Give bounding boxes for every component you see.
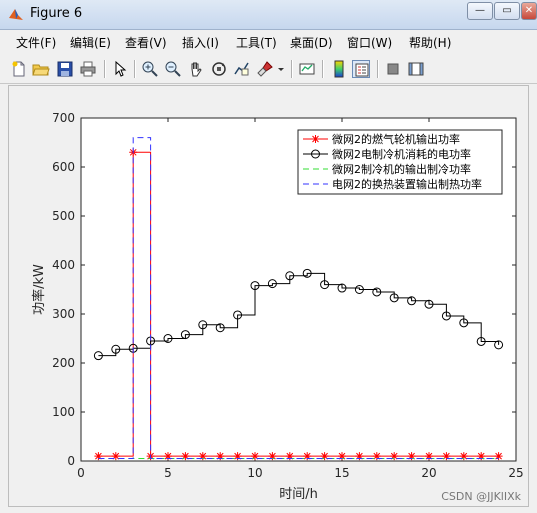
minimize-button[interactable]: — (467, 2, 493, 20)
menu-desktop[interactable]: 桌面(D) (290, 34, 333, 51)
y-tick-label: 700 (52, 111, 75, 125)
menu-file[interactable]: 文件(F) (16, 34, 56, 51)
open-folder-icon[interactable] (32, 60, 50, 78)
brush-icon[interactable] (256, 60, 274, 78)
y-tick-label: 600 (52, 160, 75, 174)
y-tick-label: 100 (52, 405, 75, 419)
legend-marker (311, 135, 320, 143)
x-tick-label: 5 (164, 466, 172, 480)
legend-label: 微网2制冷机的输出制冷功率 (332, 162, 471, 176)
matlab-logo-icon (9, 9, 23, 20)
toolbar (0, 54, 537, 84)
y-tick-label: 200 (52, 356, 75, 370)
toolbar-separator (322, 60, 324, 78)
toolbar-separator (134, 60, 136, 78)
x-tick-label: 15 (334, 466, 349, 480)
x-tick-label: 10 (247, 466, 262, 480)
x-tick-label: 25 (508, 466, 523, 480)
zoom-out-icon[interactable] (164, 60, 182, 78)
print-icon[interactable] (79, 60, 97, 78)
menu-tools[interactable]: 工具(T) (236, 34, 277, 51)
legend[interactable]: 微网2的燃气轮机输出功率微网2电制冷机消耗的电功率微网2制冷机的输出制冷功率电网… (297, 129, 503, 195)
x-tick-label: 0 (77, 466, 85, 480)
y-tick-label: 0 (67, 454, 75, 468)
toolbar-separator (104, 60, 106, 78)
pan-hand-icon[interactable] (187, 60, 205, 78)
dropdown-arrow-icon[interactable] (276, 60, 286, 78)
window-title: Figure 6 (30, 6, 83, 21)
data-cursor-icon[interactable] (233, 60, 251, 78)
x-axis-label: 时间/h (279, 487, 318, 502)
link-plot-icon[interactable] (298, 60, 316, 78)
menu-edit[interactable]: 编辑(E) (70, 34, 111, 51)
save-icon[interactable] (56, 60, 74, 78)
legend-label: 微网2电制冷机消耗的电功率 (332, 147, 471, 161)
menu-help[interactable]: 帮助(H) (409, 34, 451, 51)
x-tick-label: 20 (421, 466, 436, 480)
close-button[interactable]: ✕ (521, 2, 537, 20)
menu-window[interactable]: 窗口(W) (347, 34, 392, 51)
menu-view[interactable]: 查看(V) (125, 34, 167, 51)
menu-bar: 文件(F) 编辑(E) 查看(V) 插入(I) 工具(T) 桌面(D) 窗口(W… (0, 30, 537, 54)
show-plot-tools-icon[interactable] (407, 60, 425, 78)
y-tick-label: 400 (52, 258, 75, 272)
colorbar-icon[interactable] (330, 60, 348, 78)
toolbar-separator (291, 60, 293, 78)
figure-canvas[interactable]: 0 5 10 15 20 25 0 100 200 300 400 500 600 700 微网2的燃气轮… (8, 85, 529, 507)
y-axis-label: 功率/kW (31, 264, 47, 315)
maximize-button[interactable]: ▭ (494, 2, 520, 20)
legend-label: 微网2的燃气轮机输出功率 (332, 132, 460, 146)
pointer-icon[interactable] (111, 60, 129, 78)
plot-svg: 0 5 10 15 20 25 0 100 200 300 400 500 600 700 微网2的燃气轮… (31, 111, 524, 502)
watermark-text: CSDN @JJKlIXk (441, 490, 521, 503)
hide-plot-tools-icon[interactable] (384, 60, 402, 78)
toolbar-separator (377, 60, 379, 78)
y-tick-label: 500 (52, 209, 75, 223)
title-bar: Figure 6 — ▭ ✕ (0, 0, 537, 30)
legend-label: 电网2的换热装置输出制热功率 (332, 177, 482, 191)
zoom-in-icon[interactable] (141, 60, 159, 78)
new-figure-icon[interactable] (10, 60, 28, 78)
legend-icon[interactable] (352, 60, 370, 78)
y-tick-label: 300 (52, 307, 75, 321)
rotate-3d-icon[interactable] (210, 60, 228, 78)
menu-insert[interactable]: 插入(I) (182, 34, 219, 51)
